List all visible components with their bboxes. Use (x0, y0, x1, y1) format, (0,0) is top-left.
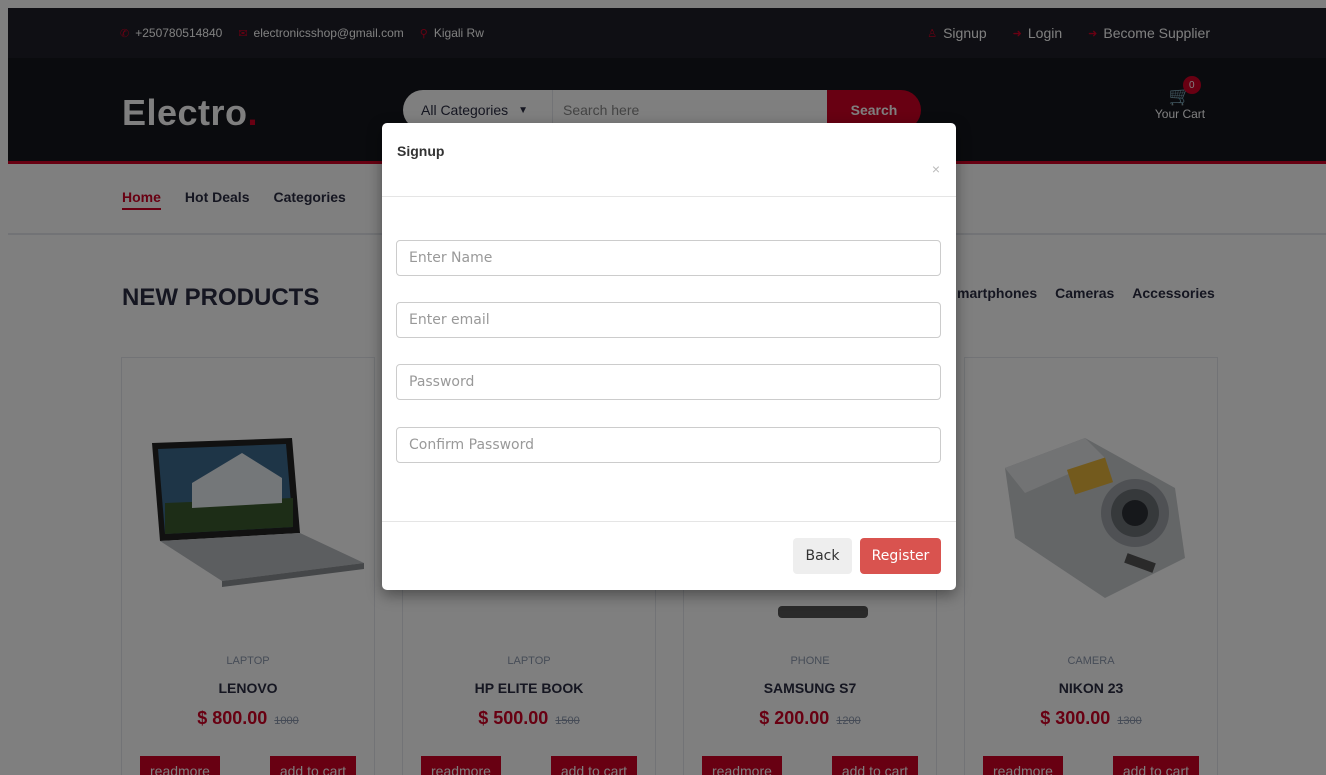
password-field[interactable]: Password (396, 364, 941, 400)
email-field[interactable]: Enter email (396, 302, 941, 338)
register-button[interactable]: Register (860, 538, 941, 574)
signup-modal: Signup × Enter Name Enter email Password… (382, 123, 956, 590)
close-icon[interactable]: × (932, 161, 940, 177)
modal-divider (382, 196, 956, 197)
back-button[interactable]: Back (793, 538, 852, 574)
modal-title: Signup (397, 143, 445, 159)
confirm-password-field[interactable]: Confirm Password (396, 427, 941, 463)
modal-footer-divider (382, 521, 956, 522)
name-field[interactable]: Enter Name (396, 240, 941, 276)
page: ✆+250780514840 ✉electronicsshop@gmail.co… (0, 0, 1326, 775)
